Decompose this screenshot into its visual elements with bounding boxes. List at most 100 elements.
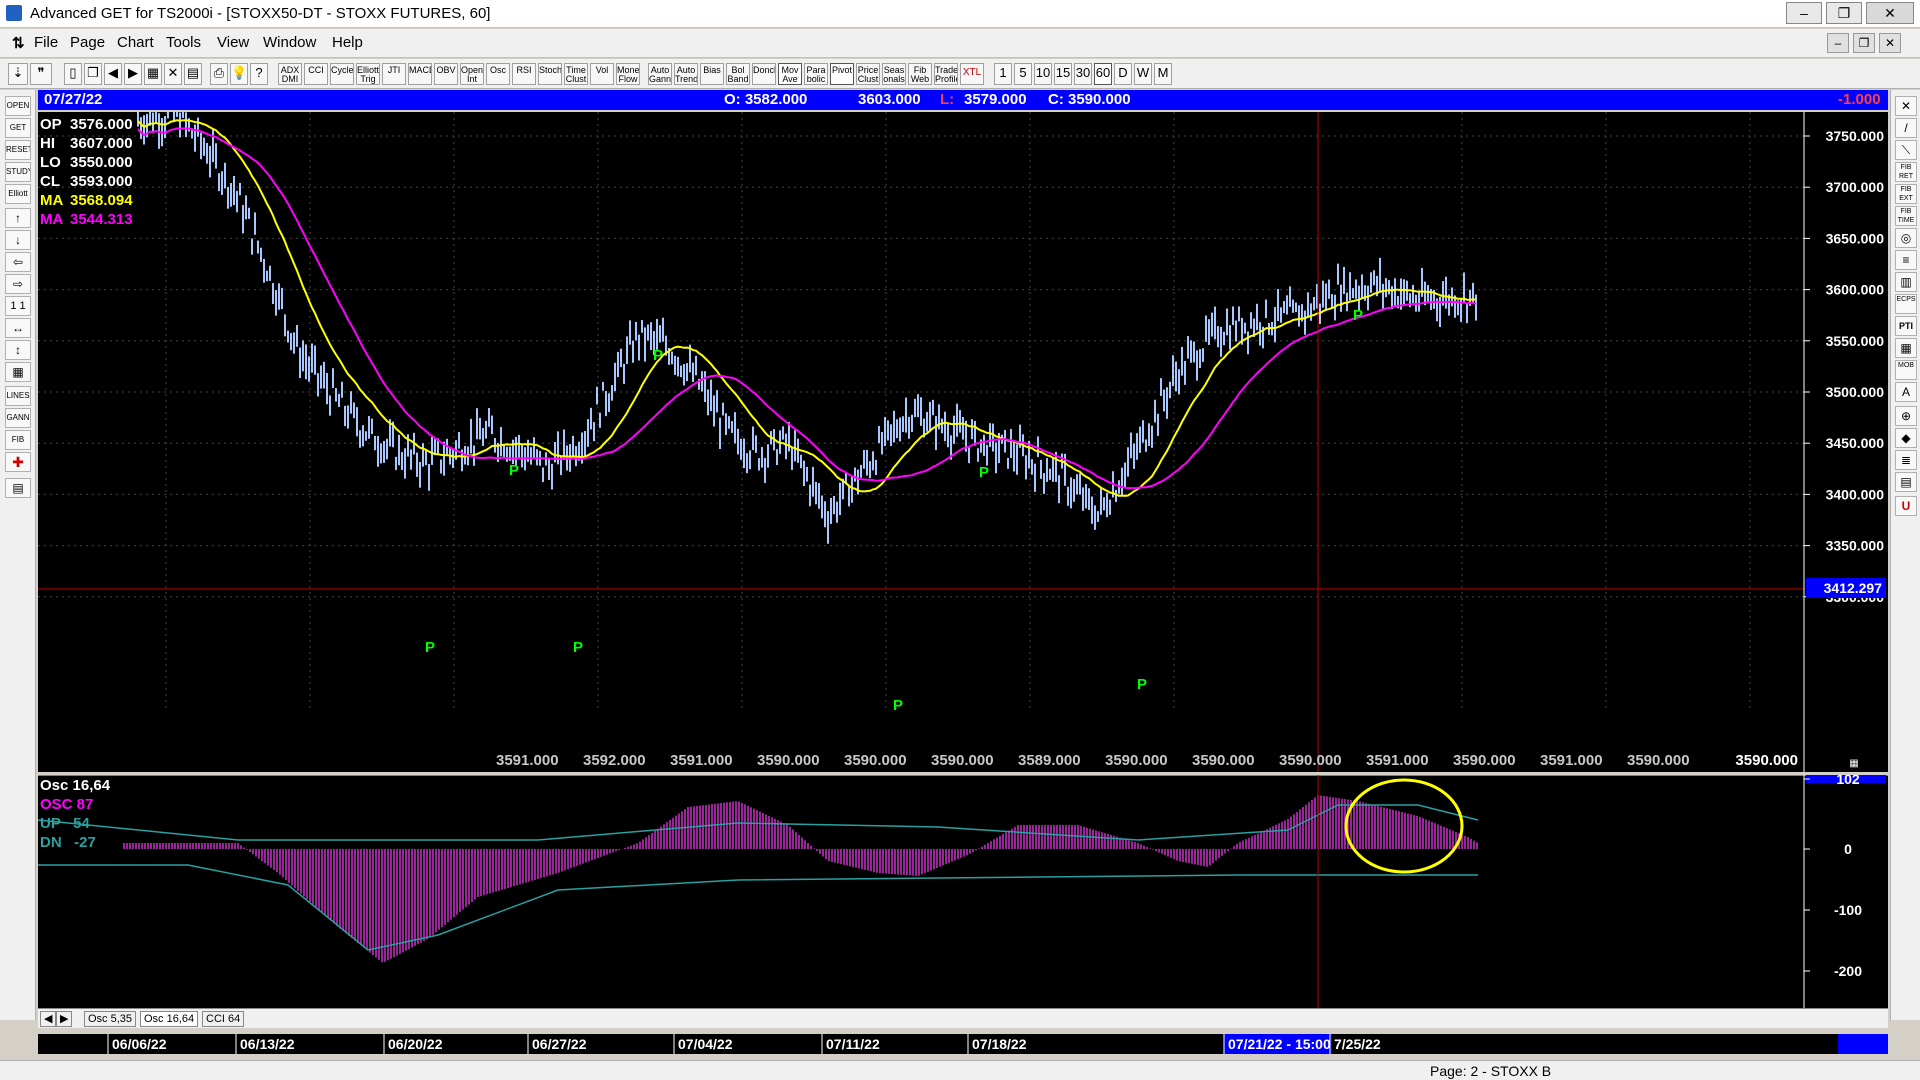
tab-osc-16-64[interactable]: Osc 16,64	[140, 1011, 199, 1027]
fib-time-icon[interactable]: FIB TIME	[1895, 206, 1917, 226]
marker-tool-icon[interactable]: ◆	[1895, 428, 1917, 448]
study-money-flow[interactable]: Money Flow	[616, 63, 640, 85]
fan-tool-icon[interactable]: ≡	[1895, 250, 1917, 270]
fib-extension-icon[interactable]: FIB EXT	[1895, 184, 1917, 204]
price-chart-svg[interactable]: P P P P P P P P 3750.000 3700.000 3650.000 3600.00…	[38, 92, 1888, 772]
study-osc[interactable]: Osc	[486, 63, 510, 85]
study-xtl[interactable]: XTL	[960, 63, 984, 85]
oscillator-chart-svg[interactable]: 102 0 -100 -200 Osc 16,64 OSC 87 UP 54 DN -…	[37, 771, 1888, 1008]
cross-icon[interactable]: ✕	[164, 63, 182, 85]
bars-tool-icon[interactable]: 1 1	[5, 296, 31, 316]
tf-60[interactable]: 60	[1094, 63, 1112, 85]
study-stoch[interactable]: Stoch	[538, 63, 562, 85]
tab-cci-64[interactable]: CCI 64	[202, 1011, 245, 1027]
get-tool-icon[interactable]: GET	[5, 118, 31, 138]
grid-tool-icon[interactable]: ▦	[5, 362, 31, 382]
maximize-button[interactable]: ❐	[1826, 2, 1862, 24]
doc-icon[interactable]: ⇅	[12, 34, 25, 52]
tf-30[interactable]: 30	[1074, 63, 1092, 85]
back-icon[interactable]: ◀	[104, 63, 122, 85]
tab-scroll-right[interactable]: ▶	[56, 1011, 73, 1027]
study-rsi[interactable]: RSI	[512, 63, 536, 85]
tf-w[interactable]: W	[1134, 63, 1152, 85]
crosshair-icon[interactable]: ✚	[5, 452, 31, 472]
study-donch[interactable]: Donch	[752, 63, 776, 85]
study-price-clust[interactable]: Price Clust	[856, 63, 880, 85]
menu-page[interactable]: Page	[70, 34, 105, 51]
study-fib-web[interactable]: Fib Web	[908, 63, 932, 85]
gann-tool-icon[interactable]: GANN	[5, 408, 31, 428]
fib-tool-icon[interactable]: FIB	[5, 430, 31, 450]
tab-scroll-left[interactable]: ◀	[40, 1011, 57, 1027]
tf-5[interactable]: 5	[1014, 63, 1032, 85]
study-adx-dmi[interactable]: ADX DMI	[278, 63, 302, 85]
menu-tools[interactable]: Tools	[166, 34, 201, 51]
study-parabolic[interactable]: Para bolic	[804, 63, 828, 85]
close-button[interactable]: ✕	[1866, 2, 1914, 24]
tab-osc-5-35[interactable]: Osc 5,35	[84, 1011, 137, 1027]
study-auto-gann[interactable]: Auto Gann	[648, 63, 672, 85]
study-bol-band[interactable]: Bol Band	[726, 63, 750, 85]
copy-icon[interactable]: ❐	[84, 63, 102, 85]
channel-tool-icon[interactable]: ▥	[1895, 272, 1917, 292]
reset-tool-icon[interactable]: RESET	[5, 140, 31, 160]
new-page-icon[interactable]: ▯	[64, 63, 82, 85]
study-trade-profile[interactable]: Trade Profile	[934, 63, 958, 85]
circle-tool-icon[interactable]: ◎	[1895, 228, 1917, 248]
magnet-tool-icon[interactable]: U	[1895, 496, 1917, 516]
study-jti[interactable]: JTI	[382, 63, 406, 85]
pti-tool-icon[interactable]: PTI	[1895, 316, 1917, 336]
open-tool-icon[interactable]: OPEN	[5, 96, 31, 116]
menu-help[interactable]: Help	[332, 34, 363, 51]
menu-view[interactable]: View	[217, 34, 249, 51]
tf-m[interactable]: M	[1154, 63, 1172, 85]
quote-icon[interactable]: ❞	[30, 63, 52, 85]
arrow-left-icon[interactable]: ⇦	[5, 252, 31, 272]
study-cycles[interactable]: Cycles	[330, 63, 354, 85]
study-cci[interactable]: CCI	[304, 63, 328, 85]
help-icon[interactable]: ?	[250, 63, 268, 85]
scale-icon[interactable]: ▦	[1849, 758, 1858, 769]
ecps-tool-icon[interactable]: ECPS	[1895, 294, 1917, 314]
arrow-right-icon[interactable]: ⇨	[5, 274, 31, 294]
mob-tool-icon[interactable]: MOB	[1895, 360, 1917, 380]
tf-15[interactable]: 15	[1054, 63, 1072, 85]
trend-tool-icon[interactable]: ⟍	[1895, 140, 1917, 160]
arrow-up-icon[interactable]: ↑	[5, 208, 31, 228]
pin-icon[interactable]: ⇣	[8, 63, 28, 85]
study-tool-icon[interactable]: STUDY	[5, 162, 31, 182]
study-bias[interactable]: Bias	[700, 63, 724, 85]
study-vol[interactable]: Vol	[590, 63, 614, 85]
properties-icon[interactable]: ▤	[5, 478, 31, 498]
arrow-down-icon[interactable]: ↓	[5, 230, 31, 250]
menu-file[interactable]: File	[34, 34, 58, 51]
expand-vertical-icon[interactable]: ↕	[5, 340, 31, 360]
grid-icon[interactable]: ▦	[144, 63, 162, 85]
mdi-close-button[interactable]: ✕	[1879, 33, 1901, 53]
study-mov-ave[interactable]: Mov Ave	[778, 63, 802, 85]
expand-horizontal-icon[interactable]: ↔	[5, 318, 31, 338]
levels-tool-icon[interactable]: ≣	[1895, 450, 1917, 470]
lines-tool-icon[interactable]: LINES	[5, 386, 31, 406]
mdi-minimize-button[interactable]: –	[1827, 33, 1849, 53]
study-auto-trend[interactable]: Auto Trend	[674, 63, 698, 85]
menu-chart[interactable]: Chart	[117, 34, 154, 51]
minimize-button[interactable]: –	[1786, 2, 1822, 24]
price-chart[interactable]: P P P P P P P P 3750.000 3700.000 3650.000 3600.00…	[38, 92, 1888, 772]
tf-1[interactable]: 1	[994, 63, 1012, 85]
zoom-tool-icon[interactable]: ⊕	[1895, 406, 1917, 426]
mdi-restore-button[interactable]: ❐	[1853, 33, 1875, 53]
study-obv[interactable]: OBV	[434, 63, 458, 85]
oscillator-chart[interactable]: 102 0 -100 -200 Osc 16,64 OSC 87 UP 54 DN -…	[37, 771, 1888, 1008]
study-time-clust[interactable]: Time Clust	[564, 63, 588, 85]
table-tool-icon[interactable]: ▤	[1895, 472, 1917, 492]
study-pivot[interactable]: Pivot	[830, 63, 854, 85]
fib-retracement-icon[interactable]: FIB RET	[1895, 162, 1917, 182]
tf-d[interactable]: D	[1114, 63, 1132, 85]
box-tool-icon[interactable]: ▦	[1895, 338, 1917, 358]
tf-10[interactable]: 10	[1034, 63, 1052, 85]
forward-icon[interactable]: ▶	[124, 63, 142, 85]
menu-window[interactable]: Window	[263, 34, 316, 51]
study-open-int[interactable]: Open Int	[460, 63, 484, 85]
line-tool-icon[interactable]: /	[1895, 118, 1917, 138]
